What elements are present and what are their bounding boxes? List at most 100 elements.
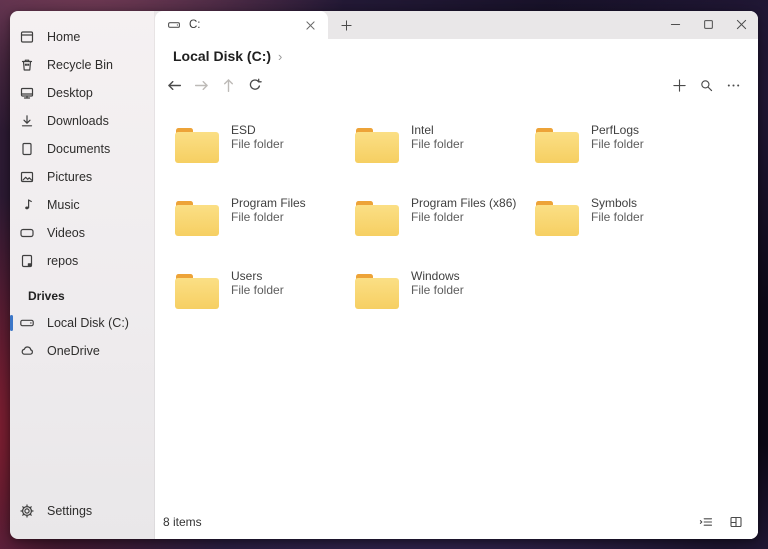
downloads-icon (19, 113, 35, 129)
sidebar-item-label: Settings (47, 504, 92, 518)
folder-name: Intel (411, 123, 464, 137)
folder-item-program-files-x86[interactable]: Program Files (x86)File folder (355, 194, 535, 267)
sidebar-item-label: OneDrive (47, 344, 100, 358)
details-view-icon[interactable] (694, 510, 718, 534)
close-window-button[interactable] (725, 11, 758, 37)
content-column: C: Local Disk (C:) › (155, 11, 758, 539)
folder-item-program-files[interactable]: Program FilesFile folder (175, 194, 355, 267)
status-bar: 8 items (155, 509, 758, 539)
recycle-bin-icon (19, 57, 35, 73)
documents-icon (19, 141, 35, 157)
drives-section-header: Drives (10, 275, 154, 309)
cloud-icon (19, 343, 35, 359)
folder-type: File folder (591, 137, 644, 151)
folder-name: Symbols (591, 196, 644, 210)
folder-type: File folder (231, 137, 284, 151)
sidebar-item-label: repos (47, 254, 78, 268)
sidebar-item-downloads[interactable]: Downloads (10, 107, 154, 135)
folder-icon (535, 127, 579, 164)
sidebar-item-desktop[interactable]: Desktop (10, 79, 154, 107)
folder-item-intel[interactable]: IntelFile folder (355, 121, 535, 194)
folder-icon (535, 200, 579, 237)
folder-name: Windows (411, 269, 464, 283)
folder-name: ESD (231, 123, 284, 137)
chevron-right-icon: › (278, 48, 282, 64)
back-button[interactable] (162, 73, 186, 97)
grid-view-icon[interactable] (724, 510, 748, 534)
tab-title: C: (189, 19, 292, 31)
folder-icon (355, 200, 399, 237)
window-caption-buttons (659, 11, 758, 37)
sidebar-item-label: Local Disk (C:) (47, 316, 129, 330)
folder-type: File folder (411, 210, 516, 224)
folder-name: PerfLogs (591, 123, 644, 137)
add-new-button[interactable] (667, 73, 691, 97)
sidebar-item-label: Home (47, 30, 80, 44)
new-tab-button[interactable] (336, 15, 356, 35)
sidebar: Home Recycle Bin Desktop Downloads Docum… (10, 11, 155, 539)
sidebar-item-settings[interactable]: Settings (10, 497, 154, 525)
sidebar-item-documents[interactable]: Documents (10, 135, 154, 163)
status-view-controls (694, 510, 748, 534)
folder-name: Program Files (231, 196, 306, 210)
drive-icon (167, 18, 181, 32)
sidebar-item-label: Pictures (47, 170, 92, 184)
toolbar-actions (667, 73, 748, 97)
folder-name: Users (231, 269, 284, 283)
folder-type: File folder (231, 283, 284, 297)
sidebar-item-music[interactable]: Music (10, 191, 154, 219)
folder-type: File folder (411, 283, 464, 297)
up-button[interactable] (216, 73, 240, 97)
folder-type: File folder (411, 137, 464, 151)
folder-icon (355, 273, 399, 310)
sidebar-item-label: Desktop (47, 86, 93, 100)
folder-item-symbols[interactable]: SymbolsFile folder (535, 194, 715, 267)
breadcrumb-item-local-disk-c[interactable]: Local Disk (C:) (173, 48, 271, 64)
sidebar-item-label: Documents (47, 142, 110, 156)
desktop-icon (19, 85, 35, 101)
folder-grid: ESDFile folder IntelFile folder PerfLogs… (155, 97, 758, 340)
maximize-button[interactable] (692, 11, 725, 37)
search-icon[interactable] (694, 73, 718, 97)
refresh-button[interactable] (243, 73, 267, 97)
file-explorer-window: Home Recycle Bin Desktop Downloads Docum… (10, 11, 758, 539)
drive-icon (19, 315, 35, 331)
repos-icon (19, 253, 35, 269)
tab-strip: C: (155, 11, 758, 39)
selection-accent-bar (10, 315, 13, 331)
sidebar-item-recycle-bin[interactable]: Recycle Bin (10, 51, 154, 79)
minimize-button[interactable] (659, 11, 692, 37)
home-icon (19, 29, 35, 45)
sidebar-item-label: Videos (47, 226, 85, 240)
sidebar-item-pictures[interactable]: Pictures (10, 163, 154, 191)
gear-icon (19, 503, 35, 519)
forward-button[interactable] (189, 73, 213, 97)
sidebar-item-label: Recycle Bin (47, 58, 113, 72)
folder-icon (175, 200, 219, 237)
sidebar-item-home[interactable]: Home (10, 23, 154, 51)
folder-item-users[interactable]: UsersFile folder (175, 267, 355, 340)
file-list-area: ESDFile folder IntelFile folder PerfLogs… (155, 97, 758, 509)
sidebar-item-local-disk-c[interactable]: Local Disk (C:) (10, 309, 154, 337)
sidebar-item-repos[interactable]: repos (10, 247, 154, 275)
music-icon (19, 197, 35, 213)
sidebar-item-videos[interactable]: Videos (10, 219, 154, 247)
folder-type: File folder (231, 210, 306, 224)
folder-type: File folder (591, 210, 644, 224)
tab-local-disk-c[interactable]: C: (155, 11, 328, 39)
folder-icon (355, 127, 399, 164)
folder-item-windows[interactable]: WindowsFile folder (355, 267, 535, 340)
breadcrumb: Local Disk (C:) › (155, 39, 758, 64)
folder-item-perflogs[interactable]: PerfLogsFile folder (535, 121, 715, 194)
explorer-pane: Local Disk (C:) › ESD (155, 39, 758, 539)
folder-icon (175, 127, 219, 164)
tab-close-button[interactable] (300, 15, 320, 35)
sidebar-item-label: Music (47, 198, 80, 212)
navigation-toolbar (155, 64, 758, 97)
items-count: 8 items (163, 515, 202, 529)
more-options-button[interactable] (721, 73, 745, 97)
folder-item-esd[interactable]: ESDFile folder (175, 121, 355, 194)
folder-name: Program Files (x86) (411, 196, 516, 210)
sidebar-item-label: Downloads (47, 114, 109, 128)
sidebar-item-onedrive[interactable]: OneDrive (10, 337, 154, 365)
